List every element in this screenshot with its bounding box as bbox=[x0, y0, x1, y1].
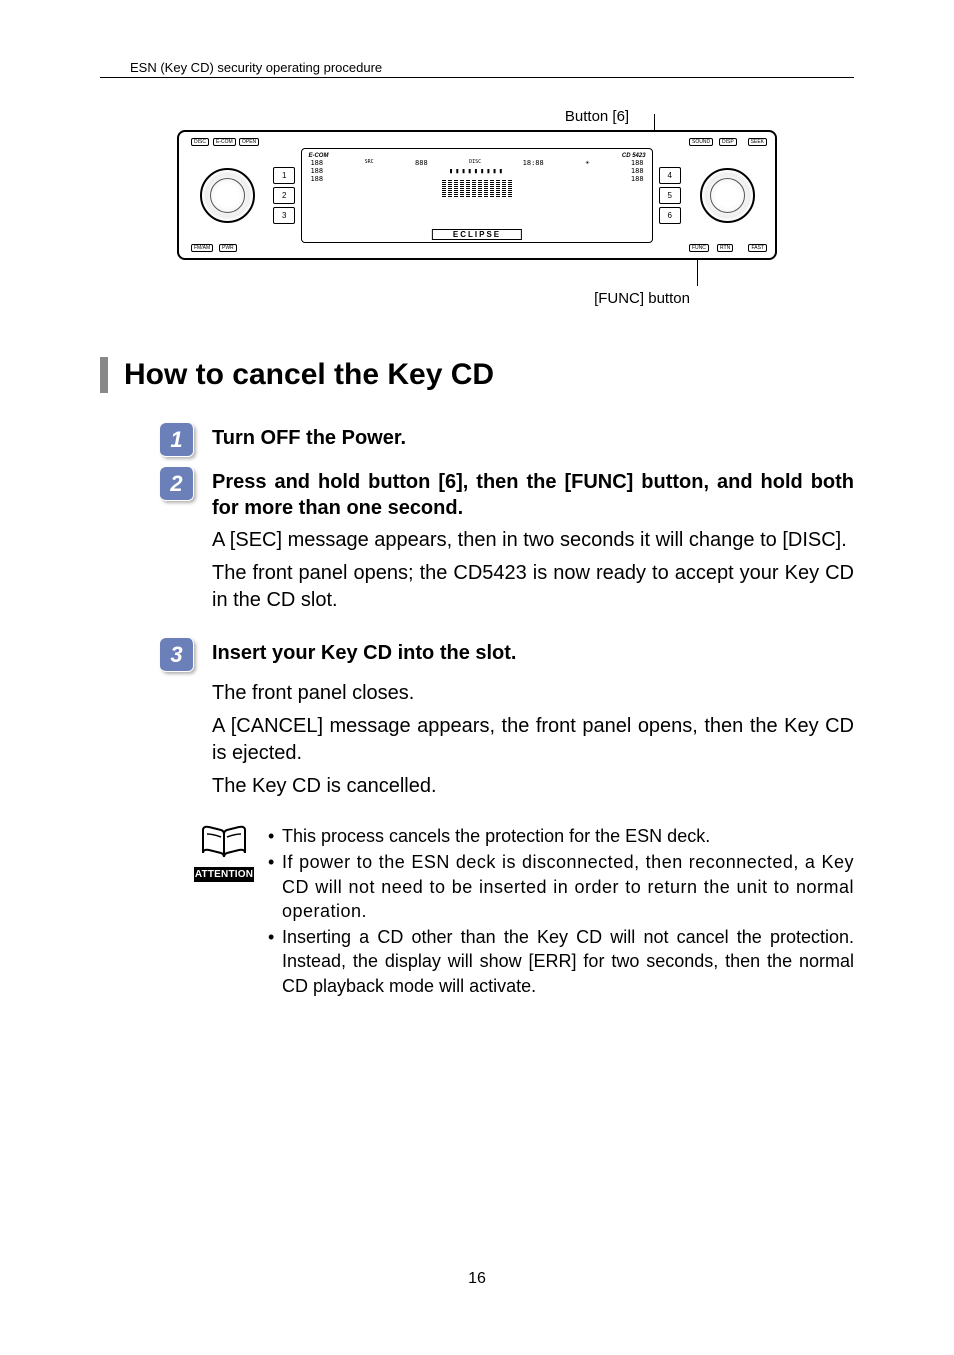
sun-icon: ☀ bbox=[585, 159, 589, 167]
step-number-1: 1 bbox=[160, 423, 194, 457]
attention-block: ATTENTION This process cancels the prote… bbox=[100, 824, 854, 1000]
page-header: ESN (Key CD) security operating procedur… bbox=[100, 60, 854, 78]
select-knob bbox=[700, 168, 755, 223]
lcd-src: SRC bbox=[365, 159, 374, 167]
attention-label: ATTENTION bbox=[194, 867, 254, 882]
attention-icon-wrap: ATTENTION bbox=[194, 824, 254, 882]
step-3-body-1: The front panel closes. bbox=[212, 680, 854, 707]
attention-item-2: If power to the ESN deck is disconnected… bbox=[268, 850, 854, 923]
step-number-3: 3 bbox=[160, 638, 194, 672]
step-2-title: Press and hold button [6], then the [FUN… bbox=[212, 469, 854, 521]
label-rtn: RTN bbox=[717, 244, 733, 252]
lcd-seg-3: 188 bbox=[310, 167, 323, 175]
equalizer-bars bbox=[442, 179, 512, 197]
preset-3: 3 bbox=[273, 207, 295, 224]
car-stereo-faceplate: DISC E-COM OPEN FM/AM PWR 1 2 3 E-COM CD… bbox=[177, 130, 777, 260]
label-disp: DISP bbox=[719, 138, 737, 146]
lcd-main: 888 bbox=[415, 159, 428, 167]
lcd-seg-1: 188 bbox=[310, 159, 323, 167]
label-ecom: E-COM bbox=[213, 138, 236, 146]
step-3-body-2: A [CANCEL] message appears, the front pa… bbox=[212, 713, 854, 767]
step-2-body-2: The front panel opens; the CD5423 is now… bbox=[212, 560, 854, 614]
preset-1: 1 bbox=[273, 167, 295, 184]
callout-func-button: [FUNC] button bbox=[430, 290, 854, 307]
book-icon bbox=[201, 824, 247, 860]
lcd-seg-5: 188 bbox=[310, 175, 323, 197]
callout-line-bottom bbox=[697, 258, 698, 286]
preset-4: 4 bbox=[659, 167, 681, 184]
preset-5: 5 bbox=[659, 187, 681, 204]
lcd-seg-6: 188 bbox=[631, 175, 644, 197]
label-open: OPEN bbox=[239, 138, 259, 146]
volume-knob bbox=[200, 168, 255, 223]
eclipse-brand: ECLIPSE bbox=[432, 229, 522, 240]
device-diagram: Button [6] DISC E-COM OPEN FM/AM PWR 1 2… bbox=[100, 108, 854, 307]
label-fast: FAST bbox=[748, 244, 767, 252]
lcd-bars-row: ▮▮▮▮▮▮▮▮▮ bbox=[449, 167, 505, 175]
preset-2: 2 bbox=[273, 187, 295, 204]
lcd-disc: DISC bbox=[469, 159, 481, 167]
preset-col-left: 1 2 3 bbox=[273, 167, 295, 224]
preset-6: 6 bbox=[659, 207, 681, 224]
step-3-title: Insert your Key CD into the slot. bbox=[212, 640, 854, 666]
lcd-time: 18:88 bbox=[523, 159, 544, 167]
attention-item-1: This process cancels the protection for … bbox=[268, 824, 854, 848]
step-number-2: 2 bbox=[160, 467, 194, 501]
step-3-body-3: The Key CD is cancelled. bbox=[212, 773, 854, 800]
label-sound: SOUND bbox=[689, 138, 713, 146]
section-heading: How to cancel the Key CD bbox=[100, 357, 854, 393]
left-knob-area: DISC E-COM OPEN FM/AM PWR bbox=[187, 140, 267, 250]
step-1: 1 Turn OFF the Power. bbox=[100, 423, 854, 457]
step-1-title: Turn OFF the Power. bbox=[212, 425, 854, 451]
section-title: How to cancel the Key CD bbox=[124, 358, 494, 392]
lcd-seg-4: 188 bbox=[631, 167, 644, 175]
lcd-display: E-COM CD 5423 188 SRC 888 DISC 18:88 ☀ 1… bbox=[301, 148, 652, 243]
attention-list: This process cancels the protection for … bbox=[268, 824, 854, 1000]
lcd-seg-2: 188 bbox=[631, 159, 644, 167]
step-3: 3 Insert your Key CD into the slot. The … bbox=[100, 638, 854, 806]
label-disc: DISC bbox=[191, 138, 209, 146]
label-pwr: PWR bbox=[219, 244, 237, 252]
callout-button-6: Button [6] bbox=[340, 108, 854, 125]
attention-item-3: Inserting a CD other than the Key CD wil… bbox=[268, 925, 854, 998]
breadcrumb: ESN (Key CD) security operating procedur… bbox=[100, 60, 854, 75]
page-number: 16 bbox=[0, 1270, 954, 1288]
preset-col-right: 4 5 6 bbox=[659, 167, 681, 224]
callout-line-top bbox=[654, 114, 655, 132]
step-2-body-1: A [SEC] message appears, then in two sec… bbox=[212, 527, 854, 554]
label-func: FUNC bbox=[689, 244, 709, 252]
heading-accent-bar bbox=[100, 357, 108, 393]
label-seek: SEEK bbox=[748, 138, 767, 146]
step-2: 2 Press and hold button [6], then the [F… bbox=[100, 467, 854, 620]
label-fm-am: FM/AM bbox=[191, 244, 213, 252]
right-knob-area: SOUND DISP SEEK FUNC RTN FAST bbox=[687, 140, 767, 250]
